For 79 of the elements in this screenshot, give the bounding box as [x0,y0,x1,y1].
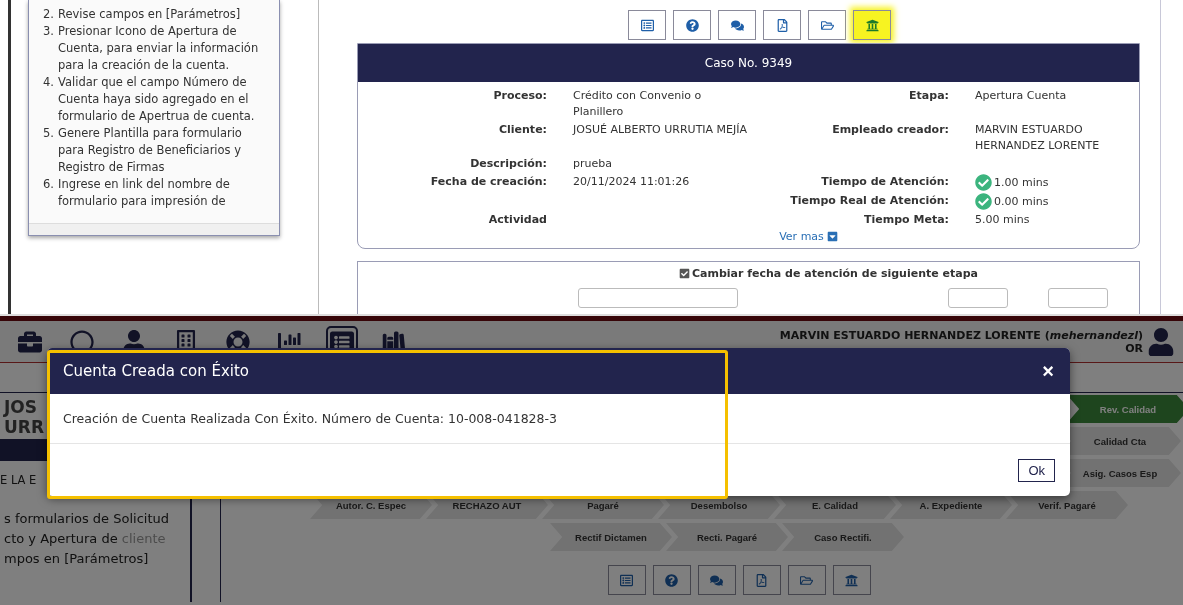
process-step: Recti. Pagaré [666,523,788,551]
ok-button[interactable]: Ok [1018,458,1055,482]
case-title: Caso No. 9349 [704,56,793,70]
process-step: Rectif Dictamen [550,523,672,551]
folder-button[interactable] [787,565,826,595]
form-button[interactable] [628,10,666,40]
pdf-file-icon [775,18,789,32]
instruction-text: mpos en [Parámetros] [4,550,149,568]
caret-icon [826,231,838,242]
bank-button[interactable] [853,10,891,40]
field-label: Etapa: [908,88,949,104]
field-value: Apertura Cuenta [975,88,1068,104]
time-field[interactable] [948,288,1008,308]
field-label: Cliente: [497,122,547,138]
field-label: Empleado creador: [831,122,949,138]
item-number: 3. [43,23,54,40]
bank-building-icon [865,18,879,32]
form-icon [640,18,654,32]
item-number: 4. [43,74,54,91]
pdf-button[interactable] [742,565,781,595]
instruction-text: Genere Plantilla para formulario para Registro de Beneficiarios y Registro de Firmas [58,125,243,176]
instruction-text: Revise campos en [Parámetros] [58,6,241,23]
help-button[interactable] [652,565,691,595]
dialog-title: Cuenta Creada con Éxito [63,362,250,380]
field-value: MARVIN ESTUARDO HERNANDEZ LORENTE [975,122,1101,154]
field-label: Descripción: [469,156,547,172]
see-more-link[interactable]: Ver mas [779,230,838,243]
help-button[interactable] [673,10,711,40]
bank-button[interactable] [832,565,871,595]
field-value: Crédito con Convenio o Planillero [573,88,703,120]
checkbox-label: Cambiar fecha de atención de siguiente etapa [692,267,978,280]
field-value: 1.00 mins [994,174,1049,191]
field-value: 0.00 mins [994,193,1049,210]
check-icon [975,193,992,210]
check-icon [975,174,992,191]
pdf-button[interactable] [763,10,801,40]
user-name: MARVIN ESTUARDO HERNANDEZ LORENTE (mehernandezl) [779,328,1143,342]
chat-button[interactable] [697,565,736,595]
field-label: Proceso: [492,88,547,104]
item-number: 5. [43,125,54,142]
field-label: Tiempo de Atención: [820,174,949,190]
form-icon [620,573,633,587]
time-field[interactable] [1048,288,1108,308]
folder-icon [800,573,813,587]
field-value: 20/11/2024 11:01:26 [573,174,691,190]
process-step: Caso Rectifi. [782,523,904,551]
field-label: Actividad [487,212,547,228]
instruction-text: Presionar Icono de Apertura de Cuenta, para enviar la información para la creación de la cuenta. [58,23,260,74]
field-label: Tiempo Meta: [863,212,949,228]
chat-bubbles-icon [730,18,744,32]
form-button[interactable] [607,565,646,595]
checkbox[interactable] [679,268,690,279]
date-field[interactable] [578,288,738,308]
chat-bubbles-icon [710,573,723,587]
item-number: 2. [43,6,54,23]
field-label: Tiempo Real de Atención: [789,193,949,209]
help-icon [685,18,699,32]
close-button[interactable]: × [1040,359,1056,383]
help-icon [665,573,678,587]
section-title: E LA E [0,473,37,487]
chat-button[interactable] [718,10,756,40]
instruction-text: Validar que el campo Número de Cuenta haya sido agregado en el formulario de Apertrua de cuenta. [58,74,256,125]
pdf-file-icon [755,573,768,587]
instruction-text: Ingrese en link del nombre de formulario para impresión de [58,176,231,210]
field-value: JOSUÉ ALBERTO URRUTIA MEJÍA [573,122,748,138]
client-name: JOS [4,397,38,417]
item-number: 6. [43,176,54,193]
process-step: Rev. Calidad [1067,395,1183,423]
user-role: OR [1125,341,1143,355]
folder-icon [820,18,834,32]
avatar-icon[interactable] [1147,327,1175,356]
bank-building-icon [845,573,858,587]
field-label: Fecha de creación: [429,174,547,190]
instruction-text: s formularios de Solicitud [4,510,169,528]
field-value: 5.00 mins [975,212,1031,228]
client-name: URR [4,417,44,437]
field-value: prueba [573,156,613,172]
folder-button[interactable] [808,10,846,40]
dialog-message: Creación de Cuenta Realizada Con Éxito. Número de Cuenta: 10-008-041828-3 [63,411,557,426]
